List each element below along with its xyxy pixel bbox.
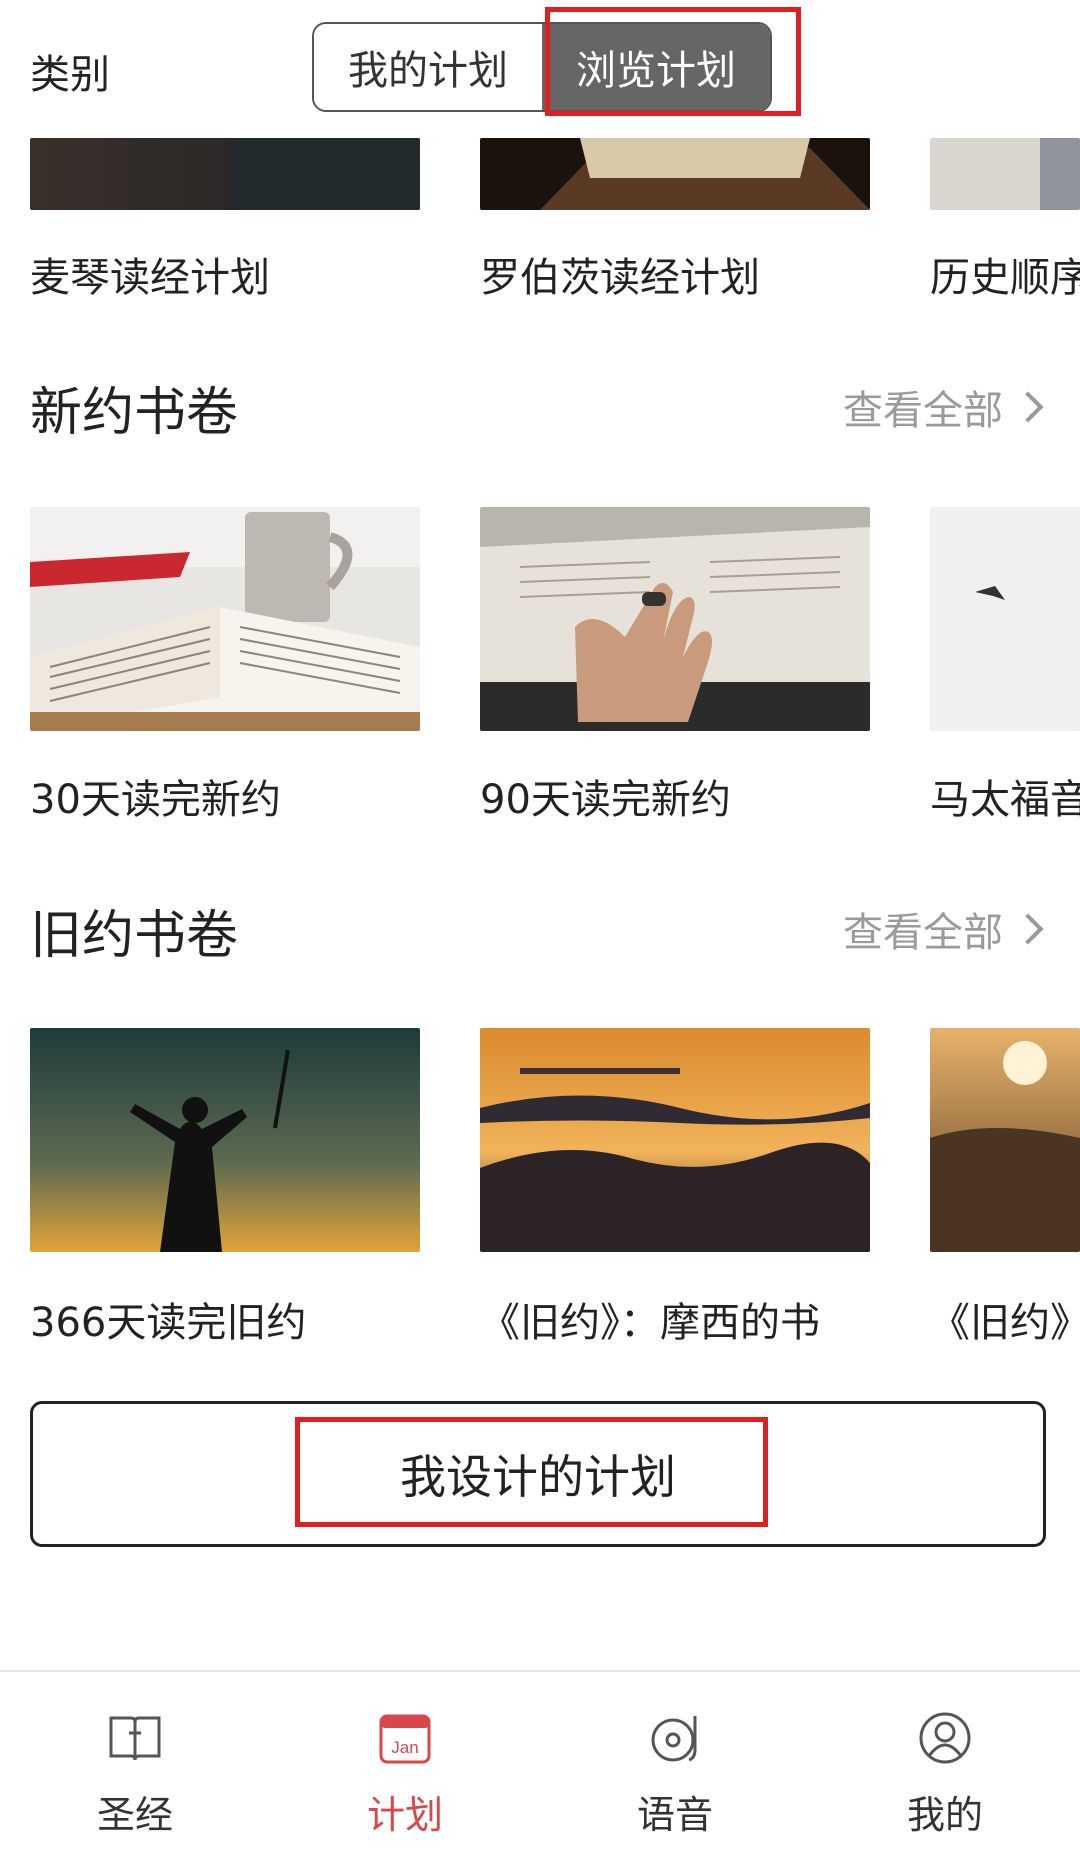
tab-my-plans[interactable]: 我的计划: [314, 24, 542, 110]
audio-disc-icon: [651, 1716, 697, 1762]
bible-icon: [109, 1716, 161, 1761]
plan-card-image[interactable]: [30, 1028, 420, 1252]
plan-card-image[interactable]: [930, 138, 1080, 210]
plan-card-image[interactable]: [480, 507, 870, 731]
section-title-new-testament: 新约书卷: [30, 383, 239, 443]
plan-card-label[interactable]: 罗伯茨读经计划: [480, 245, 760, 303]
section-title-old-testament: 旧约书卷: [30, 906, 239, 966]
plan-card-image[interactable]: [30, 138, 420, 210]
plan-card-image[interactable]: [30, 507, 420, 731]
chevron-right-icon: [1012, 913, 1044, 945]
plan-card-image[interactable]: [930, 1028, 1080, 1252]
see-all-label: 查看全部: [843, 910, 1003, 956]
see-all-label: 查看全部: [843, 388, 1003, 434]
tab-label: 圣经: [96, 1793, 173, 1837]
plan-card-image[interactable]: [930, 507, 1080, 731]
header: 类别 我的计划 浏览计划: [0, 0, 1080, 138]
tab-label: 我的: [906, 1793, 983, 1837]
plan-card-label[interactable]: 马太福音: [930, 767, 1080, 825]
annotation-highlight-box: [295, 1417, 768, 1527]
chevron-right-icon: [1012, 391, 1044, 423]
bottom-tab-bar: 圣经 Jan 计划 语音 我的: [0, 1670, 1080, 1851]
plan-card-label[interactable]: 麦琴读经计划: [30, 245, 270, 303]
tab-me[interactable]: 我的: [810, 1672, 1080, 1851]
plan-card-label[interactable]: 历史顺序: [930, 245, 1080, 303]
calendar-icon-text: Jan: [391, 1738, 418, 1757]
calendar-icon: Jan: [379, 1714, 431, 1764]
tab-bible[interactable]: 圣经: [0, 1672, 270, 1851]
annotation-highlight-box: [545, 7, 801, 116]
plan-card-label[interactable]: 《旧约》: [930, 1290, 1080, 1348]
plan-card-image[interactable]: [480, 1028, 870, 1252]
plan-card-label[interactable]: 30天读完新约: [30, 767, 281, 825]
see-all-new-testament[interactable]: 查看全部: [843, 378, 1044, 436]
plan-card-image[interactable]: [480, 138, 870, 210]
user-icon: [919, 1712, 971, 1764]
plan-card-label[interactable]: 《旧约》：摩西的书: [480, 1290, 820, 1348]
tab-label: 语音: [636, 1793, 713, 1837]
categories-button[interactable]: 类别: [30, 42, 110, 100]
tab-plans[interactable]: Jan 计划: [270, 1672, 540, 1851]
tab-label: 计划: [366, 1793, 443, 1837]
plan-card-label[interactable]: 366天读完旧约: [30, 1290, 306, 1348]
tab-audio[interactable]: 语音: [540, 1672, 810, 1851]
plan-card-label[interactable]: 90天读完新约: [480, 767, 731, 825]
see-all-old-testament[interactable]: 查看全部: [843, 900, 1044, 958]
